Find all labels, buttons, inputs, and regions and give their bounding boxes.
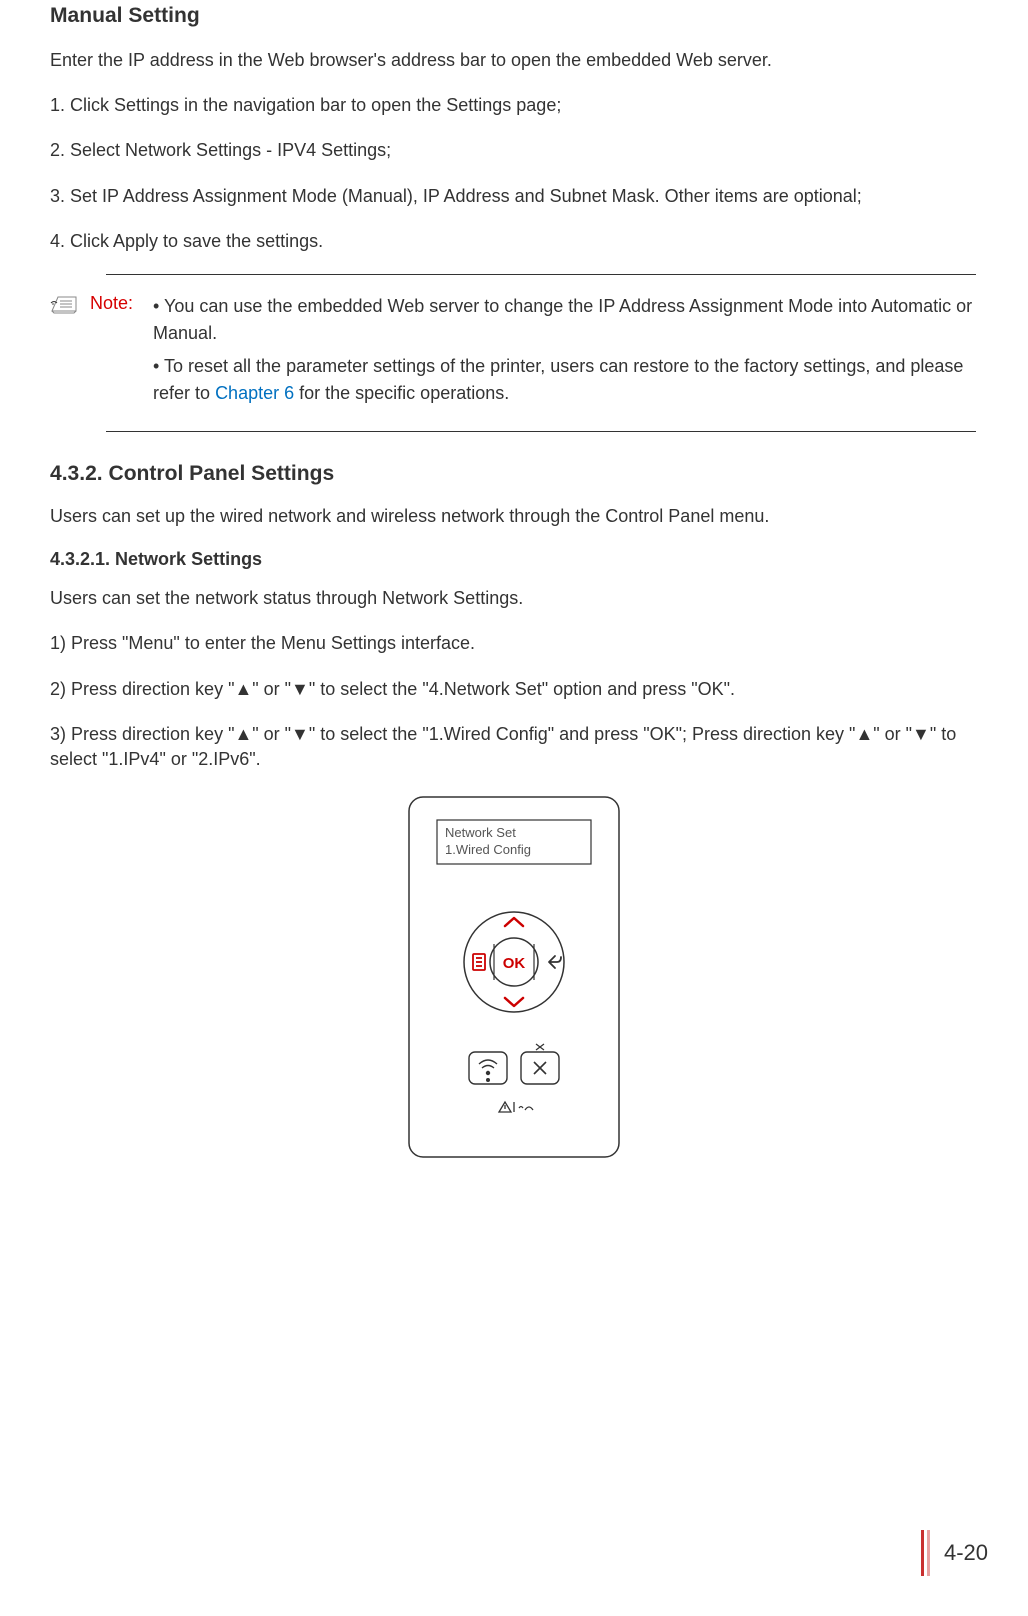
- indicator-dot: [486, 1078, 490, 1082]
- page-number: 4-20: [944, 1540, 988, 1566]
- heading-manual-setting: Manual Setting: [50, 4, 978, 28]
- paragraph: Users can set the network status through…: [50, 586, 978, 611]
- ok-button-label: OK: [503, 955, 526, 972]
- step-2: 2. Select Network Settings - IPV4 Settin…: [50, 138, 978, 163]
- note-content: • You can use the embedded Web server to…: [153, 293, 976, 413]
- paragraph: Users can set up the wired network and w…: [50, 504, 978, 529]
- step-2: 2) Press direction key "▲" or "▼" to sel…: [50, 677, 978, 702]
- page-footer: 4-20: [918, 1530, 988, 1576]
- control-panel-diagram: Network Set 1.Wired Config OK: [50, 792, 978, 1177]
- note-icon: [50, 293, 80, 315]
- display-line2: 1.Wired Config: [445, 842, 531, 857]
- note-text: for the specific operations.: [294, 383, 509, 403]
- step-1: 1) Press "Menu" to enter the Menu Settin…: [50, 631, 978, 656]
- note-label: Note:: [90, 293, 133, 314]
- step-4: 4. Click Apply to save the settings.: [50, 229, 978, 254]
- step-3: 3. Set IP Address Assignment Mode (Manua…: [50, 184, 978, 209]
- heading-432: 4.3.2. Control Panel Settings: [50, 462, 978, 486]
- note-bullet-2: • To reset all the parameter settings of…: [153, 353, 976, 407]
- note-bullet-1: • You can use the embedded Web server to…: [153, 293, 976, 347]
- heading-4321: 4.3.2.1. Network Settings: [50, 549, 978, 570]
- step-1: 1. Click Settings in the navigation bar …: [50, 93, 978, 118]
- chapter-link[interactable]: Chapter 6: [215, 383, 294, 403]
- step-3: 3) Press direction key "▲" or "▼" to sel…: [50, 722, 978, 772]
- footer-bars-icon: [918, 1530, 930, 1576]
- note-box: Note: • You can use the embedded Web ser…: [106, 274, 976, 432]
- paragraph: Enter the IP address in the Web browser'…: [50, 48, 978, 73]
- display-line1: Network Set: [445, 825, 516, 840]
